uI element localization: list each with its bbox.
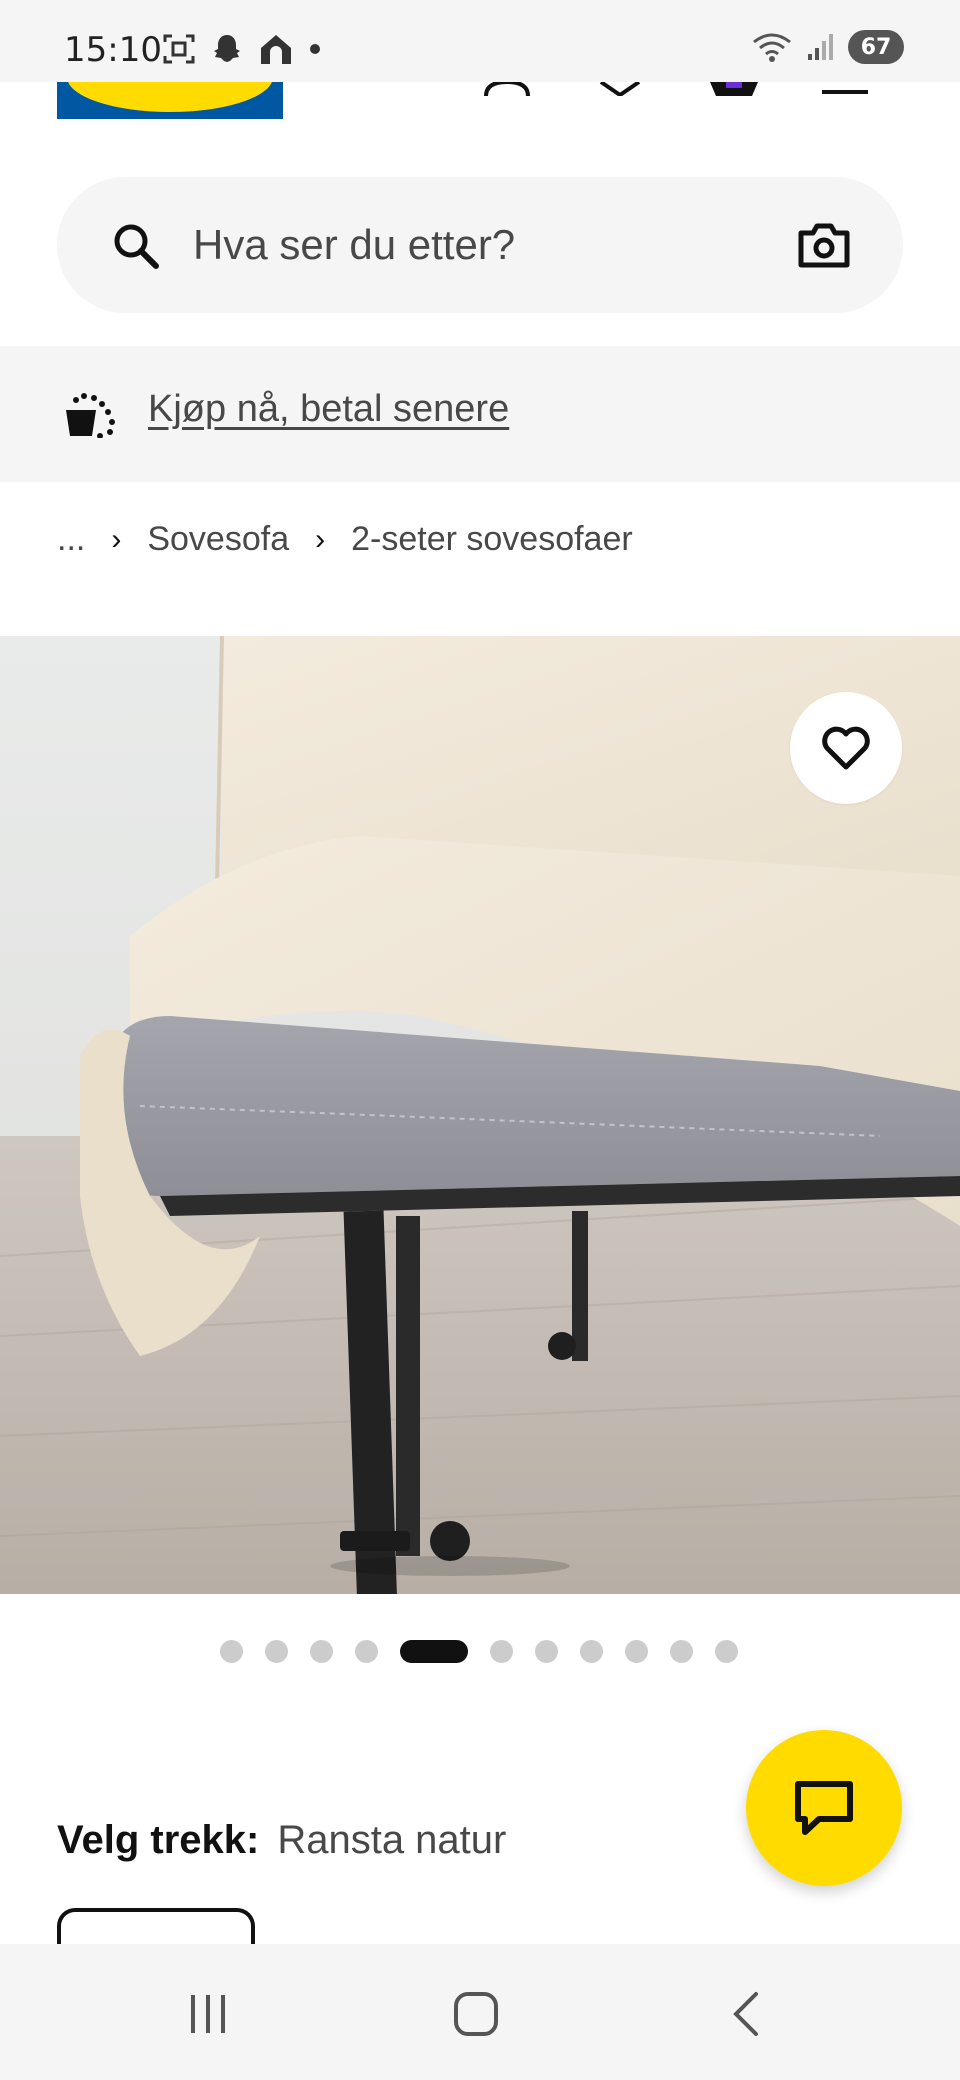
cover-value: Ransta natur (277, 1818, 507, 1862)
wifi-icon (753, 33, 791, 62)
cover-label: Velg trekk: (57, 1818, 260, 1862)
home-button[interactable] (436, 1984, 516, 2044)
search-bar[interactable] (57, 177, 903, 313)
recent-apps-icon (191, 1995, 225, 2033)
account-icon[interactable] (482, 82, 532, 96)
status-bar: 15:10 67 (0, 0, 960, 82)
carousel-dot-10[interactable] (670, 1640, 693, 1663)
breadcrumb-item-sovesofa[interactable]: Sovesofa (147, 520, 289, 559)
status-time: 15:10 (64, 30, 162, 70)
heart-icon (822, 726, 870, 770)
chevron-right-icon: › (315, 522, 326, 556)
screenshot-icon (163, 34, 195, 64)
snapchat-icon (214, 35, 240, 62)
search-icon (114, 224, 159, 269)
battery-icon: 67 (848, 30, 904, 64)
home-app-icon (261, 35, 291, 64)
carousel-dot-6[interactable] (490, 1640, 513, 1663)
favorite-button[interactable] (790, 692, 902, 804)
carousel-dot-8[interactable] (580, 1640, 603, 1663)
favorites-icon[interactable] (597, 82, 643, 96)
breadcrumb-ellipsis[interactable]: ... (57, 520, 85, 559)
carousel-dot-5-active[interactable] (400, 1640, 468, 1663)
home-icon (454, 1992, 498, 2036)
search-input[interactable] (193, 209, 753, 281)
cover-selector: Velg trekk: Ransta natur (57, 1818, 506, 1863)
carousel-dot-7[interactable] (535, 1640, 558, 1663)
carousel-dot-2[interactable] (265, 1640, 288, 1663)
chat-icon (795, 1781, 853, 1835)
breadcrumb: ... › Sovesofa › 2-seter sovesofaer (57, 520, 633, 559)
camera-icon[interactable] (797, 221, 851, 269)
chat-button[interactable] (746, 1730, 902, 1886)
carousel-dot-11[interactable] (715, 1640, 738, 1663)
system-nav-bar (0, 1944, 960, 2080)
recent-apps-button[interactable] (168, 1984, 248, 2044)
carousel-dot-9[interactable] (625, 1640, 648, 1663)
signal-icon (808, 34, 833, 60)
breadcrumb-item-2-seter[interactable]: 2-seter sovesofaer (351, 520, 633, 559)
dot-icon (310, 44, 320, 54)
menu-icon[interactable] (822, 82, 868, 96)
carousel-dot-3[interactable] (310, 1640, 333, 1663)
chevron-right-icon: › (111, 522, 122, 556)
ikea-logo[interactable] (57, 82, 283, 119)
pay-later-link[interactable]: Kjøp nå, betal senere (148, 388, 509, 431)
pay-later-banner[interactable]: Kjøp nå, betal senere (0, 346, 960, 482)
carousel-dot-1[interactable] (220, 1640, 243, 1663)
back-button[interactable] (706, 1984, 786, 2044)
carousel-dot-4[interactable] (355, 1640, 378, 1663)
carousel-indicator (220, 1640, 738, 1663)
back-icon (733, 1992, 758, 2036)
cart-icon[interactable] (708, 82, 760, 96)
installments-icon (66, 393, 115, 438)
